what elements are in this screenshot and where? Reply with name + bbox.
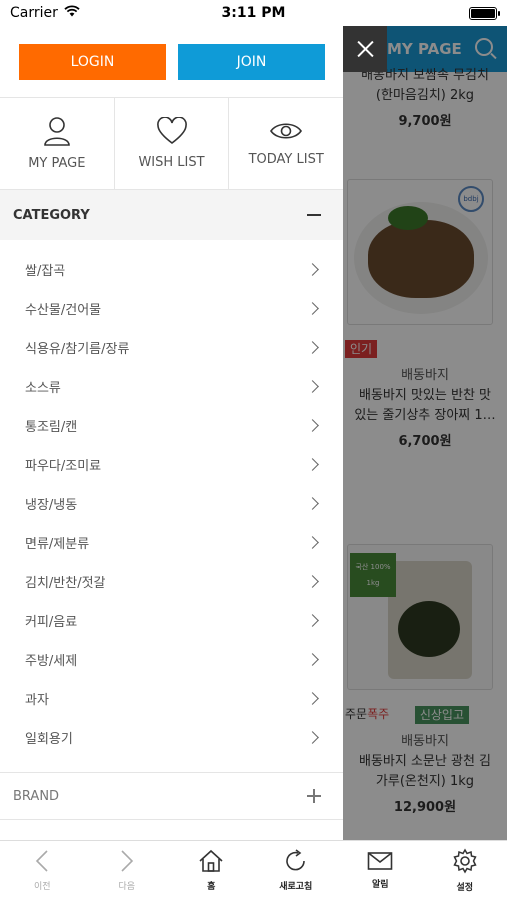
home-icon [199, 849, 223, 872]
category-item[interactable]: 주방/세제 [0, 640, 343, 679]
forward-icon [121, 850, 133, 872]
quick-links: MY PAGE WISH LIST TODAY LIST [0, 98, 343, 190]
category-item[interactable]: 면류/제분류 [0, 523, 343, 562]
chevron-right-icon [306, 341, 319, 354]
category-item[interactable]: 김치/반찬/젓갈 [0, 562, 343, 601]
dim-overlay[interactable] [343, 26, 507, 840]
chevron-right-icon [306, 497, 319, 510]
today-list-label: TODAY LIST [248, 152, 324, 167]
chevron-right-icon [306, 731, 319, 744]
expand-icon[interactable] [307, 789, 321, 803]
home-button[interactable]: 홈 [169, 841, 254, 900]
brand-title: BRAND [13, 788, 60, 804]
category-item[interactable]: 수산물/건어물 [0, 289, 343, 328]
carrier-label: Carrier [10, 5, 58, 21]
wifi-icon [64, 5, 80, 21]
wish-list-link[interactable]: WISH LIST [115, 98, 230, 189]
eye-icon [270, 123, 303, 139]
battery-icon [469, 6, 500, 20]
chevron-right-icon [306, 536, 319, 549]
chevron-right-icon [306, 653, 319, 666]
auth-row: LOGIN JOIN [0, 26, 343, 98]
my-page-link[interactable]: MY PAGE [0, 98, 115, 189]
refresh-icon [285, 849, 305, 871]
category-item[interactable]: 냉장/냉동 [0, 484, 343, 523]
chevron-right-icon [306, 458, 319, 471]
mail-icon [367, 852, 393, 870]
settings-icon [453, 848, 477, 874]
forward-button[interactable]: 다음 [85, 841, 170, 900]
category-item[interactable]: 통조림/캔 [0, 406, 343, 445]
side-menu: LOGIN JOIN MY PAGE WISH LIST TODAY LIST … [0, 26, 343, 840]
notification-button[interactable]: 알림 [338, 841, 423, 900]
status-bar: Carrier 3:11 PM [0, 0, 507, 26]
chevron-right-icon [306, 692, 319, 705]
category-title: CATEGORY [13, 207, 90, 223]
settings-button[interactable]: 설정 [423, 841, 507, 900]
chevron-right-icon [306, 614, 319, 627]
refresh-button[interactable]: 새로고침 [254, 841, 339, 900]
chevron-right-icon [306, 419, 319, 432]
person-icon [44, 117, 70, 146]
heart-icon [156, 117, 187, 145]
category-item[interactable]: 일회용기 [0, 718, 343, 757]
chevron-right-icon [306, 380, 319, 393]
chevron-right-icon [306, 575, 319, 588]
back-icon [36, 850, 48, 872]
category-item[interactable]: 식용유/참기름/장류 [0, 328, 343, 367]
chevron-right-icon [306, 263, 319, 276]
today-list-link[interactable]: TODAY LIST [229, 98, 343, 189]
category-item[interactable]: 소스류 [0, 367, 343, 406]
brand-header[interactable]: BRAND [0, 772, 343, 820]
category-list: 쌀/잡곡 수산물/건어물 식용유/참기름/장류 소스류 통조림/캔 파우다/조미… [0, 240, 343, 757]
category-header[interactable]: CATEGORY [0, 190, 343, 240]
category-item[interactable]: 쌀/잡곡 [0, 250, 343, 289]
category-item[interactable]: 커피/음료 [0, 601, 343, 640]
my-page-label: MY PAGE [28, 156, 86, 171]
login-button[interactable]: LOGIN [19, 43, 166, 80]
close-menu-button[interactable] [343, 26, 387, 72]
back-button[interactable]: 이전 [0, 841, 85, 900]
category-item[interactable]: 파우다/조미료 [0, 445, 343, 484]
join-button[interactable]: JOIN [178, 43, 325, 80]
bottom-tab-bar: 이전 다음 홈 새로고침 알림 설정 [0, 840, 507, 900]
wish-list-label: WISH LIST [138, 155, 205, 170]
collapse-icon[interactable] [307, 214, 321, 216]
chevron-right-icon [306, 302, 319, 315]
category-item[interactable]: 과자 [0, 679, 343, 718]
